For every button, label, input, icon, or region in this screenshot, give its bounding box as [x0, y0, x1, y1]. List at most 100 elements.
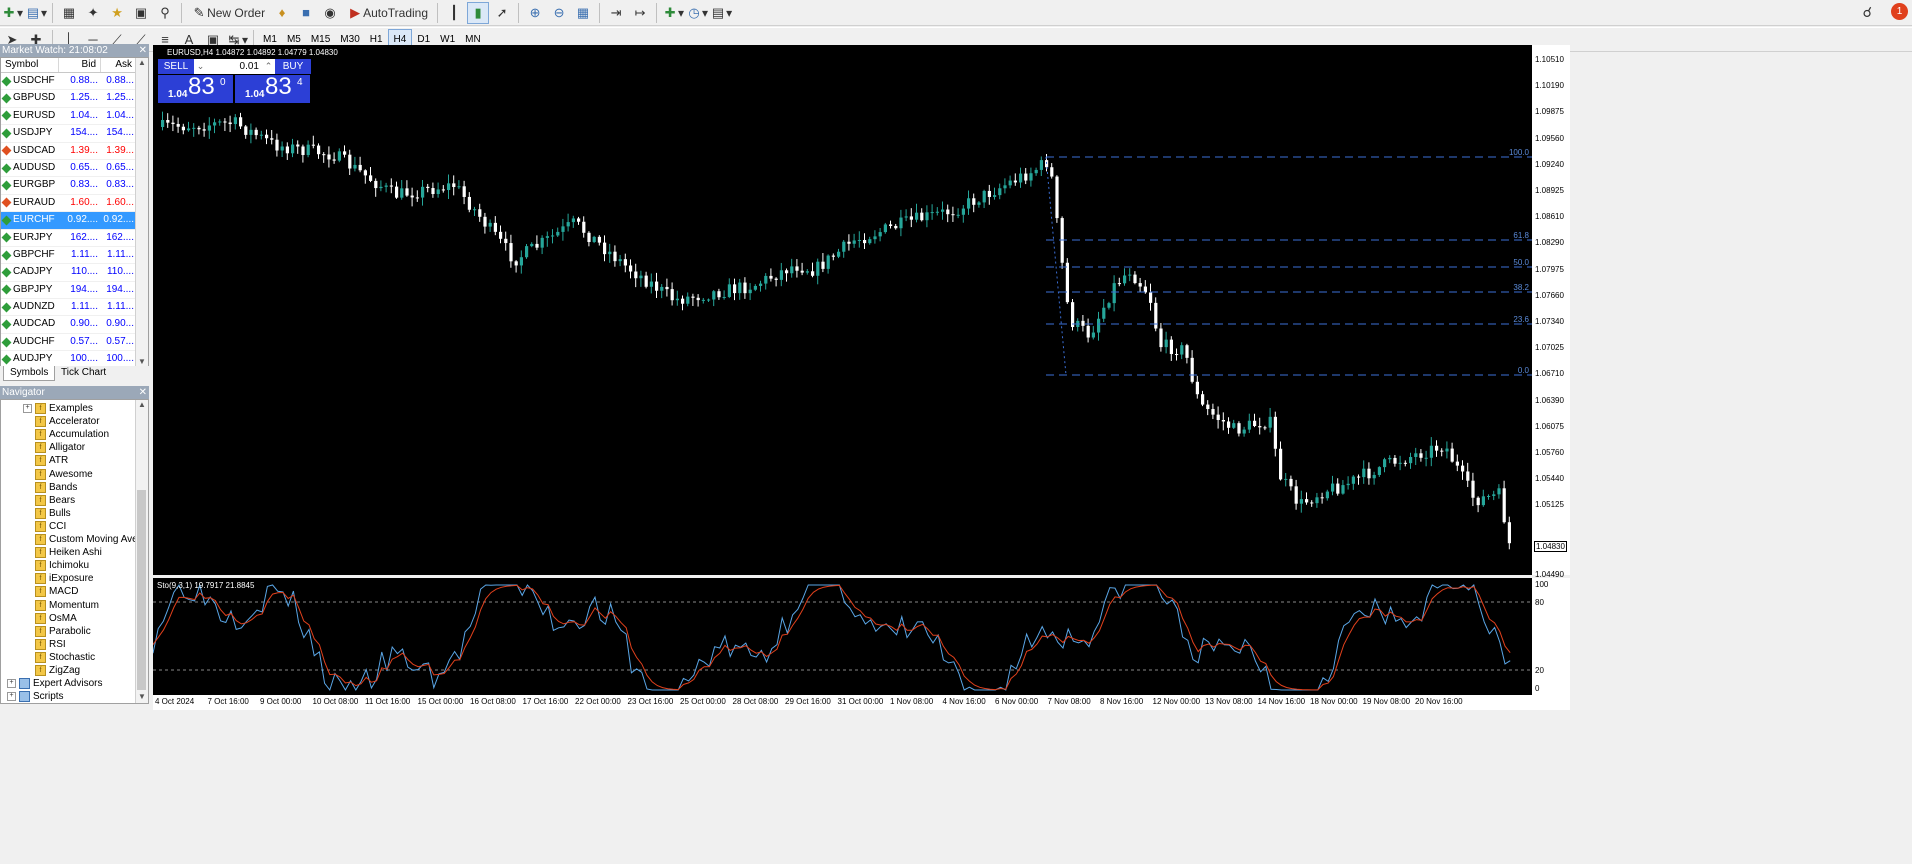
nav-indicator-alligator[interactable]: f Alligator	[35, 441, 85, 454]
market-watch-row[interactable]: AUDNZD 1.11... 1.11...	[1, 299, 148, 317]
templates-icon[interactable]: ▤ ▾	[710, 2, 732, 24]
ask-price-box[interactable]: 1.04 83 4	[235, 73, 310, 103]
nav-indicator-accelerator[interactable]: f Accelerator	[35, 415, 100, 428]
col-ask[interactable]: Ask	[101, 58, 137, 72]
price-up-icon	[1, 215, 12, 226]
tab-tick-chart[interactable]: Tick Chart	[55, 366, 112, 380]
nav-scripts[interactable]: + Scripts	[7, 690, 64, 703]
new-order-button[interactable]: ✎ New Order	[187, 2, 269, 24]
zoom-out-icon[interactable]: ⊖	[548, 2, 570, 24]
scroll-up-icon[interactable]: ▲	[136, 400, 148, 409]
experts-icon[interactable]: ■	[295, 2, 317, 24]
lot-decrease-icon[interactable]: ⌄	[194, 61, 207, 72]
scrollbar[interactable]: ▲ ▼	[135, 400, 148, 703]
market-watch-row[interactable]: AUDCHF 0.57... 0.57...	[1, 334, 148, 352]
market-watch-row[interactable]: GBPCHF 1.11... 1.11...	[1, 247, 148, 265]
candlestick-icon[interactable]: ▮	[467, 1, 490, 24]
signals-icon[interactable]: ◉	[319, 2, 341, 24]
market-watch-row[interactable]: USDCAD 1.39... 1.39...	[1, 143, 148, 160]
notification-badge[interactable]: 1	[1891, 3, 1908, 20]
close-icon[interactable]: ✕	[139, 386, 147, 399]
market-watch-row[interactable]: EURUSD 1.04... 1.04...	[1, 108, 148, 126]
expand-icon[interactable]: +	[7, 679, 16, 688]
nav-indicator-heiken-ashi[interactable]: f Heiken Ashi	[35, 546, 102, 559]
candle-body	[1253, 420, 1257, 427]
search-icon[interactable]: ☌	[1863, 4, 1872, 21]
nav-indicator-bands[interactable]: f Bands	[35, 481, 77, 494]
scroll-up-icon[interactable]: ▲	[136, 58, 148, 67]
nav-indicator-rsi[interactable]: f RSI	[35, 638, 66, 651]
market-watch-row[interactable]: EURAUD 1.60... 1.60...	[1, 195, 148, 213]
candle-body	[592, 236, 596, 243]
strategy-tester-icon[interactable]: ⚲	[154, 2, 176, 24]
buy-button[interactable]: BUY	[275, 59, 311, 74]
market-watch-row[interactable]: USDCHF 0.88... 0.88...	[1, 73, 148, 91]
market-watch-row[interactable]: AUDUSD 0.65... 0.65...	[1, 160, 148, 178]
nav-indicator-bears[interactable]: f Bears	[35, 494, 75, 507]
close-icon[interactable]: ✕	[139, 44, 147, 57]
lot-size-field[interactable]: ⌄ 0.01 ⌃	[194, 59, 275, 74]
periods-icon[interactable]: ◷ ▾	[686, 2, 708, 24]
terminal-icon[interactable]: ▣	[130, 2, 152, 24]
col-symbol[interactable]: Symbol	[1, 58, 59, 72]
nav-indicator-cci[interactable]: f CCI	[35, 520, 66, 533]
expand-icon[interactable]: +	[7, 692, 16, 701]
market-watch-row[interactable]: GBPUSD 1.25... 1.25...	[1, 90, 148, 108]
zoom-in-icon[interactable]: ⊕	[524, 2, 546, 24]
nav-indicator-stochastic[interactable]: f Stochastic	[35, 651, 95, 664]
autotrading-button[interactable]: ▶ AutoTrading	[343, 2, 432, 24]
navigator-icon[interactable]: ★	[106, 2, 128, 24]
scrollbar[interactable]: ▲ ▼	[135, 58, 148, 368]
time-axis[interactable]: 4 Oct 2024 7 Oct 16:00 9 Oct 00:00 10 Oct 0…	[153, 695, 1570, 710]
profiles-icon[interactable]: ▤ ▾	[25, 2, 47, 24]
price-axis[interactable]: 1.10510 1.10190 1.09875 1.09560 1.09240 1.089…	[1532, 45, 1570, 579]
nav-indicator-osma[interactable]: f OsMA	[35, 612, 77, 625]
price-chart[interactable]: 100.0 61.8 50.0 38.2 23.6 0.0 EURUSD,H4 1.048…	[153, 45, 1532, 575]
bar-chart-icon[interactable]: ┃	[443, 2, 465, 24]
market-watch-row[interactable]: EURCHF 0.92.... 0.92....	[1, 212, 148, 230]
lot-size-value[interactable]: 0.01	[207, 61, 262, 72]
nav-indicator-atr[interactable]: f ATR	[35, 454, 68, 467]
auto-scroll-icon[interactable]: ⇥	[605, 2, 627, 24]
nav-indicator-awesome[interactable]: f Awesome	[35, 468, 93, 481]
market-watch-row[interactable]: EURJPY 162.... 162....	[1, 230, 148, 247]
market-watch-row[interactable]: USDJPY 154.... 154....	[1, 125, 148, 143]
lot-increase-icon[interactable]: ⌃	[262, 61, 275, 72]
candle-body	[358, 164, 362, 171]
market-watch-icon[interactable]: ▦	[58, 2, 80, 24]
nav-indicator-parabolic[interactable]: f Parabolic	[35, 625, 91, 638]
nav-indicator-accumulation[interactable]: f Accumulation	[35, 428, 109, 441]
nav-indicator-macd[interactable]: f MACD	[35, 585, 78, 598]
scroll-down-icon[interactable]: ▼	[136, 692, 148, 701]
metaeditor-icon[interactable]: ♦	[271, 2, 293, 24]
chart-shift-icon[interactable]: ↦	[629, 2, 651, 24]
nav-indicator-custom-moving-avera[interactable]: f Custom Moving Avera	[35, 533, 147, 546]
market-watch-row[interactable]: EURGBP 0.83... 0.83...	[1, 177, 148, 195]
candle-body	[1424, 457, 1428, 459]
col-bid[interactable]: Bid	[59, 58, 101, 72]
candle-body	[577, 218, 581, 222]
line-chart-icon[interactable]: ➚	[491, 2, 513, 24]
nav-indicator-momentum[interactable]: f Momentum	[35, 599, 99, 612]
stochastic-window[interactable]: Sto(9,3,1) 19.7917 21.8845	[153, 578, 1532, 695]
scroll-thumb[interactable]	[137, 490, 146, 690]
nav-indicator-iexposure[interactable]: f iExposure	[35, 572, 93, 585]
bid-price-box[interactable]: 1.04 83 0	[158, 73, 233, 103]
tab-symbols[interactable]: Symbols	[3, 366, 56, 381]
market-watch-row[interactable]: GBPJPY 194.... 194....	[1, 282, 148, 300]
nav-indicator-bulls[interactable]: f Bulls	[35, 507, 71, 520]
scroll-down-icon[interactable]: ▼	[136, 357, 148, 366]
sell-button[interactable]: SELL	[158, 59, 194, 74]
expand-icon[interactable]: +	[23, 404, 32, 413]
market-watch-row[interactable]: AUDCAD 0.90... 0.90...	[1, 316, 148, 334]
new-chart-icon[interactable]: ✚ ▾	[1, 2, 23, 24]
scripts-icon	[19, 691, 30, 702]
nav-indicator-zigzag[interactable]: f ZigZag	[35, 664, 80, 677]
nav-expert-advisors[interactable]: + Expert Advisors	[7, 677, 102, 690]
indicators-icon[interactable]: ✚ ▾	[662, 2, 684, 24]
nav-indicator-examples[interactable]: + f Examples	[23, 402, 93, 415]
nav-indicator-ichimoku[interactable]: f Ichimoku	[35, 559, 89, 572]
tile-windows-icon[interactable]: ▦	[572, 2, 594, 24]
data-window-icon[interactable]: ✦	[82, 2, 104, 24]
market-watch-row[interactable]: CADJPY 110.... 110....	[1, 264, 148, 282]
